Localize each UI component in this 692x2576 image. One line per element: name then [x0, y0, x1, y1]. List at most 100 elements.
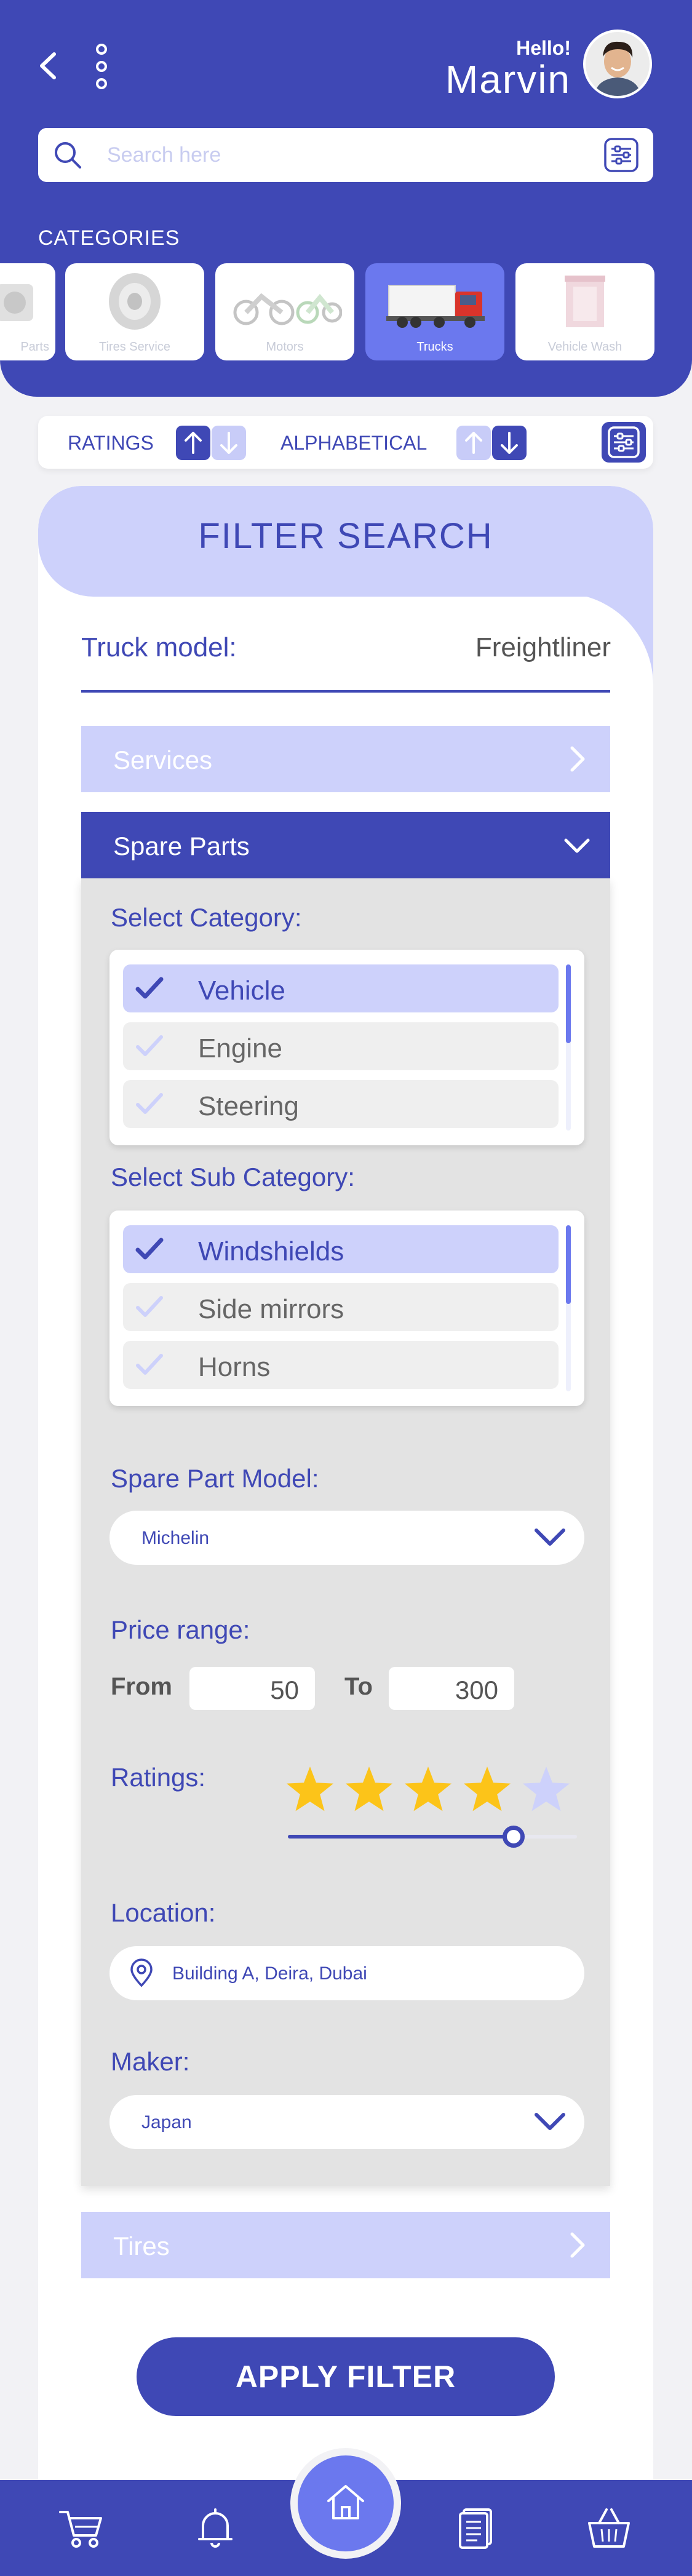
- location-label: Location:: [111, 1898, 216, 1927]
- truck-model-label: Truck model:: [81, 632, 237, 662]
- sub-category-list[interactable]: Windshields Side mirrors Horns: [109, 1210, 584, 1406]
- category-card-parts[interactable]: Parts: [0, 263, 55, 360]
- chevron-right-icon: [570, 2232, 585, 2258]
- category-label: Motors: [266, 340, 304, 354]
- category-label: Vehicle Wash: [547, 340, 622, 354]
- truck-model-value[interactable]: Freightliner: [475, 632, 611, 663]
- truck-image: [386, 285, 485, 328]
- home-icon: [327, 2485, 364, 2519]
- check-icon: [136, 1296, 163, 1317]
- list-item[interactable]: Steering: [123, 1080, 559, 1128]
- tire-image: [109, 273, 161, 330]
- avatar[interactable]: [583, 30, 652, 98]
- location-pin-icon: [130, 1958, 153, 1987]
- search-input[interactable]: [107, 137, 550, 173]
- filter-toggle-button[interactable]: [602, 422, 646, 463]
- list-item-label: Windshields: [198, 1236, 344, 1266]
- accordion-title: Spare Parts: [113, 832, 250, 861]
- scrollbar-thumb[interactable]: [566, 1225, 571, 1304]
- services-accordion[interactable]: Services: [81, 726, 610, 792]
- category-list[interactable]: Vehicle Engine Steering: [109, 950, 584, 1145]
- location-value: Building A, Deira, Dubai: [172, 1963, 367, 1984]
- more-options-icon[interactable]: [92, 42, 111, 91]
- maker-select[interactable]: Japan: [109, 2095, 584, 2149]
- ratings-label: Ratings:: [111, 1763, 206, 1792]
- arrow-up-icon: [185, 432, 202, 454]
- select-sub-category-label: Select Sub Category:: [111, 1163, 355, 1191]
- sort-alphabetical-label: ALPHABETICAL: [280, 432, 428, 454]
- star-icon[interactable]: [346, 1767, 392, 1811]
- chevron-right-icon: [570, 746, 585, 772]
- categories-carousel[interactable]: Parts Tires Service Motors Trucks Vehicl…: [0, 263, 692, 363]
- list-item[interactable]: Engine: [123, 1022, 559, 1070]
- rating-slider-fill: [288, 1835, 514, 1839]
- spare-part-model-label: Spare Part Model:: [111, 1464, 319, 1493]
- select-value: Michelin: [141, 1528, 210, 1548]
- basket-icon[interactable]: [584, 2503, 634, 2553]
- sort-bar: RATINGS ALPHABETICAL: [38, 416, 653, 469]
- rating-stars[interactable]: [284, 1763, 579, 1818]
- list-item-label: Engine: [198, 1033, 283, 1063]
- scrollbar-thumb[interactable]: [566, 964, 571, 1043]
- select-value: Japan: [141, 2112, 192, 2133]
- sort-ratings-ascending-button[interactable]: [176, 426, 210, 460]
- category-label: Trucks: [416, 340, 453, 354]
- price-to-input[interactable]: 300: [389, 1667, 514, 1710]
- list-item[interactable]: Horns: [123, 1341, 559, 1389]
- vehicle-wash-image: [565, 276, 605, 327]
- arrow-up-icon: [465, 432, 482, 454]
- rating-slider-handle[interactable]: [502, 1826, 525, 1848]
- category-label: Tires Service: [99, 340, 170, 354]
- sort-alphabetical-descending-button[interactable]: [492, 426, 527, 460]
- cart-icon[interactable]: [57, 2503, 106, 2553]
- documents-icon[interactable]: [453, 2503, 502, 2553]
- star-icon[interactable]: [523, 1767, 570, 1811]
- arrow-down-icon: [220, 432, 237, 454]
- check-icon: [135, 1238, 164, 1260]
- category-label: Parts: [20, 340, 49, 354]
- parts-image: [0, 284, 33, 321]
- home-button[interactable]: [298, 2455, 394, 2551]
- list-item[interactable]: Windshields: [123, 1225, 559, 1273]
- chevron-down-icon: [535, 2113, 565, 2130]
- list-item-label: Vehicle: [198, 976, 285, 1006]
- category-card-motors[interactable]: Motors: [215, 263, 354, 360]
- sort-ratings-label: RATINGS: [68, 432, 154, 454]
- category-card-vehicle-wash[interactable]: Vehicle Wash: [515, 263, 654, 360]
- list-item-label: Side mirrors: [198, 1294, 344, 1324]
- chevron-down-icon: [535, 1529, 565, 1546]
- spare-part-model-select[interactable]: Michelin: [109, 1511, 584, 1565]
- motors-image: [233, 293, 342, 325]
- price-from-input[interactable]: 50: [189, 1667, 315, 1710]
- star-icon[interactable]: [464, 1767, 511, 1811]
- list-item[interactable]: Side mirrors: [123, 1283, 559, 1331]
- accordion-title: Tires: [113, 2232, 170, 2260]
- tires-accordion[interactable]: Tires: [81, 2212, 610, 2278]
- sort-ratings-descending-button[interactable]: [212, 426, 246, 460]
- price-from-label: From: [111, 1673, 172, 1700]
- filter-title: FILTER SEARCH: [198, 516, 493, 556]
- back-arrow-icon[interactable]: [36, 50, 60, 81]
- maker-label: Maker:: [111, 2047, 190, 2076]
- truck-model-underline: [81, 690, 610, 693]
- check-icon: [136, 1093, 163, 1114]
- list-item[interactable]: Vehicle: [123, 964, 559, 1012]
- price-range-label: Price range:: [111, 1615, 250, 1644]
- sort-alphabetical-ascending-button[interactable]: [456, 426, 491, 460]
- category-card-tires-service[interactable]: Tires Service: [65, 263, 204, 360]
- star-icon[interactable]: [287, 1767, 333, 1811]
- bell-icon[interactable]: [191, 2503, 240, 2553]
- list-item-label: Horns: [198, 1352, 271, 1382]
- search-icon: [55, 142, 81, 169]
- header: Hello! Marvin CATEGORIES Parts Tires Ser…: [0, 0, 692, 397]
- category-card-trucks[interactable]: Trucks: [365, 263, 504, 360]
- spare-parts-panel: Select Category: Vehicle Engine Steering…: [81, 878, 610, 2186]
- spare-parts-accordion[interactable]: Spare Parts: [81, 812, 610, 878]
- chevron-down-icon: [564, 838, 590, 853]
- filter-settings-icon[interactable]: [603, 137, 640, 173]
- location-field[interactable]: Building A, Deira, Dubai: [109, 1946, 584, 2000]
- price-to-label: To: [344, 1673, 373, 1700]
- star-icon[interactable]: [405, 1767, 451, 1811]
- apply-filter-button[interactable]: APPLY FILTER: [137, 2337, 555, 2416]
- check-icon: [136, 1035, 163, 1056]
